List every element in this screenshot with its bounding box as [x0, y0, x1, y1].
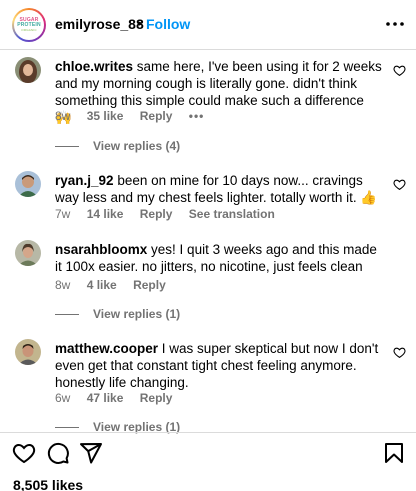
- like-post-heart-icon[interactable]: [12, 441, 36, 465]
- commenter-avatar[interactable]: [15, 57, 41, 83]
- comment-time: 6w: [55, 391, 71, 405]
- commenter-avatar[interactable]: [15, 240, 41, 266]
- share-icon[interactable]: [79, 441, 103, 465]
- reply-button[interactable]: Reply: [133, 278, 166, 292]
- see-translation-button[interactable]: See translation: [189, 207, 275, 221]
- comment-meta: 7w 14 like Reply See translation: [55, 207, 288, 221]
- commenter-avatar[interactable]: [15, 339, 41, 365]
- author-username[interactable]: emilyrose_88: [55, 16, 144, 32]
- comment-text: nsarahbloomx yes! I quit 3 weeks ago and…: [55, 241, 383, 275]
- view-replies-line: [55, 427, 79, 429]
- commenter-avatar-image: [15, 171, 41, 197]
- logo-line-3: ORGANIC: [21, 28, 37, 32]
- comment-meta: 8w 4 like Reply: [55, 278, 179, 292]
- heart-icon: [393, 347, 406, 359]
- comment-likes[interactable]: 14 like: [87, 207, 124, 221]
- comment-icon[interactable]: [46, 441, 70, 465]
- comment-meta: 6w 47 like Reply: [55, 391, 185, 405]
- reply-button[interactable]: Reply: [140, 109, 173, 123]
- heart-icon: [12, 443, 36, 464]
- bookmark-icon-svg: [385, 443, 403, 463]
- like-comment-heart-icon[interactable]: [393, 178, 406, 191]
- comment-username[interactable]: ryan.j_92: [55, 173, 114, 188]
- more-options-icon[interactable]: [385, 14, 405, 34]
- comment-meta: 8w 35 like Reply •••: [55, 109, 217, 123]
- post-likes-count[interactable]: 8,505 likes: [13, 477, 83, 491]
- author-avatar-logo: SUGAR PROTEIN ORGANIC: [14, 10, 44, 40]
- comment-time: 8w: [55, 278, 71, 292]
- like-comment-heart-icon[interactable]: [393, 64, 406, 77]
- header-separator: •: [137, 15, 142, 31]
- commenter-avatar-image: [15, 240, 41, 266]
- commenter-avatar-image: [15, 339, 41, 365]
- footer-divider: [0, 432, 416, 433]
- comment-username[interactable]: matthew.cooper: [55, 341, 158, 356]
- comment-likes[interactable]: 35 like: [87, 109, 124, 123]
- comment-username[interactable]: nsarahbloomx: [55, 242, 147, 257]
- reply-button[interactable]: Reply: [140, 391, 173, 405]
- view-replies-label: View replies (1): [93, 307, 181, 321]
- comment-time: 7w: [55, 207, 71, 221]
- comment-more-icon[interactable]: •••: [189, 109, 205, 123]
- view-replies-line: [55, 314, 79, 316]
- instagram-post-comments: SUGAR PROTEIN ORGANIC emilyrose_88 • Fol…: [0, 0, 416, 491]
- bookmark-icon[interactable]: [382, 441, 406, 465]
- commenter-avatar-image: [15, 57, 41, 83]
- heart-icon: [393, 179, 406, 191]
- share-icon-svg: [80, 443, 102, 464]
- commenter-avatar[interactable]: [15, 171, 41, 197]
- view-replies-line: [55, 146, 79, 148]
- comment-time: 8w: [55, 109, 71, 123]
- comment-icon-svg: [47, 442, 69, 464]
- like-comment-heart-icon[interactable]: [393, 346, 406, 359]
- comment-likes[interactable]: 4 like: [87, 278, 117, 292]
- comment-username[interactable]: chloe.writes: [55, 59, 133, 74]
- reply-button[interactable]: Reply: [140, 207, 173, 221]
- view-replies-button[interactable]: View replies (1): [55, 307, 180, 321]
- comment-text: ryan.j_92 been on mine for 10 days now..…: [55, 172, 383, 206]
- comment-likes[interactable]: 47 like: [87, 391, 124, 405]
- view-replies-button[interactable]: View replies (4): [55, 139, 180, 153]
- author-avatar[interactable]: SUGAR PROTEIN ORGANIC: [12, 8, 46, 42]
- more-options-icon-svg: [386, 22, 404, 26]
- comment-text: matthew.cooper I was super skeptical but…: [55, 340, 383, 391]
- heart-icon: [393, 65, 406, 77]
- post-header: SUGAR PROTEIN ORGANIC emilyrose_88 • Fol…: [0, 0, 416, 50]
- view-replies-label: View replies (4): [93, 139, 181, 153]
- follow-button[interactable]: Follow: [146, 16, 190, 32]
